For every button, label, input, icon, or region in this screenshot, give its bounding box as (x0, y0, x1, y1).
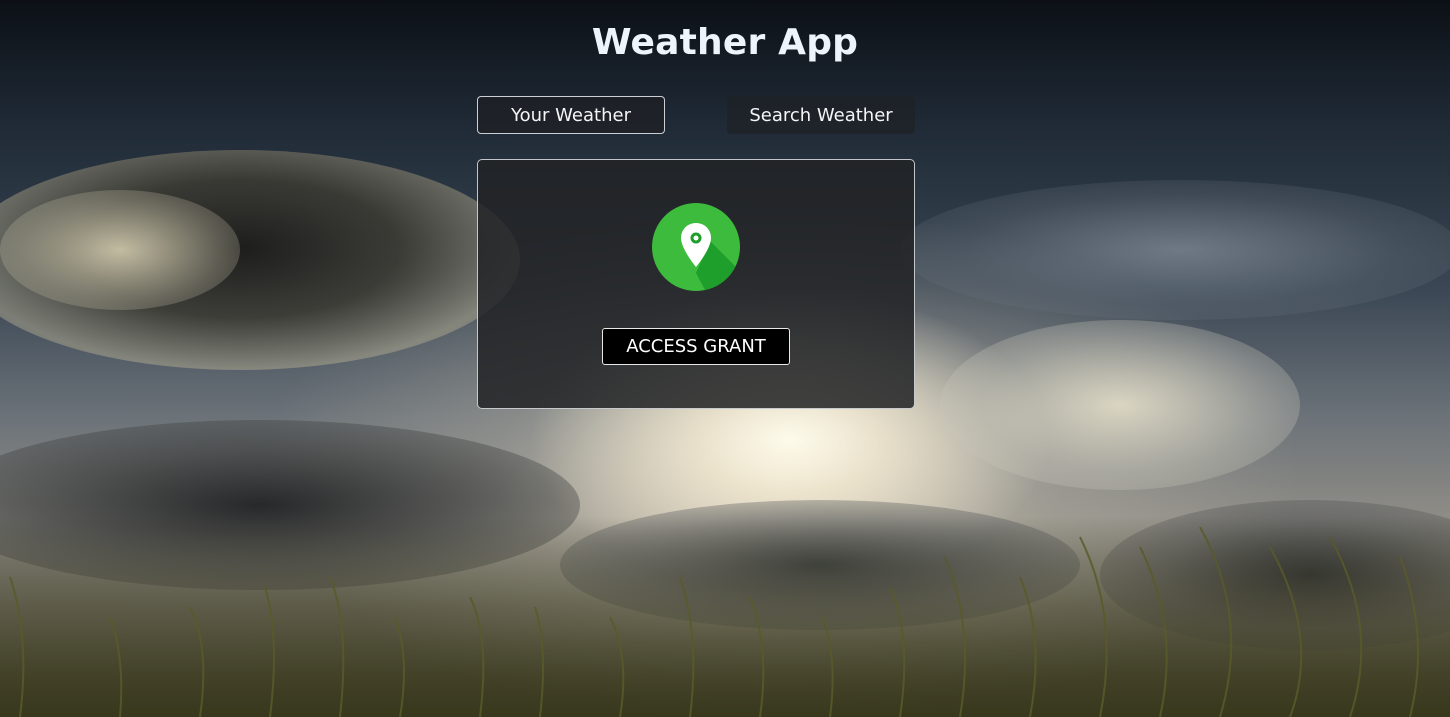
cloud (0, 190, 240, 310)
cloud (940, 320, 1300, 490)
access-grant-button[interactable]: ACCESS GRANT (602, 328, 790, 365)
grant-location-card: ACCESS GRANT (477, 159, 915, 409)
grass-stalks (9, 526, 1419, 717)
cloud (900, 180, 1450, 320)
tab-your-weather[interactable]: Your Weather (477, 96, 665, 134)
tab-search-weather[interactable]: Search Weather (727, 96, 915, 134)
grass-field (0, 517, 1450, 717)
app-title: Weather App (591, 22, 859, 63)
location-pin-icon (652, 203, 740, 291)
